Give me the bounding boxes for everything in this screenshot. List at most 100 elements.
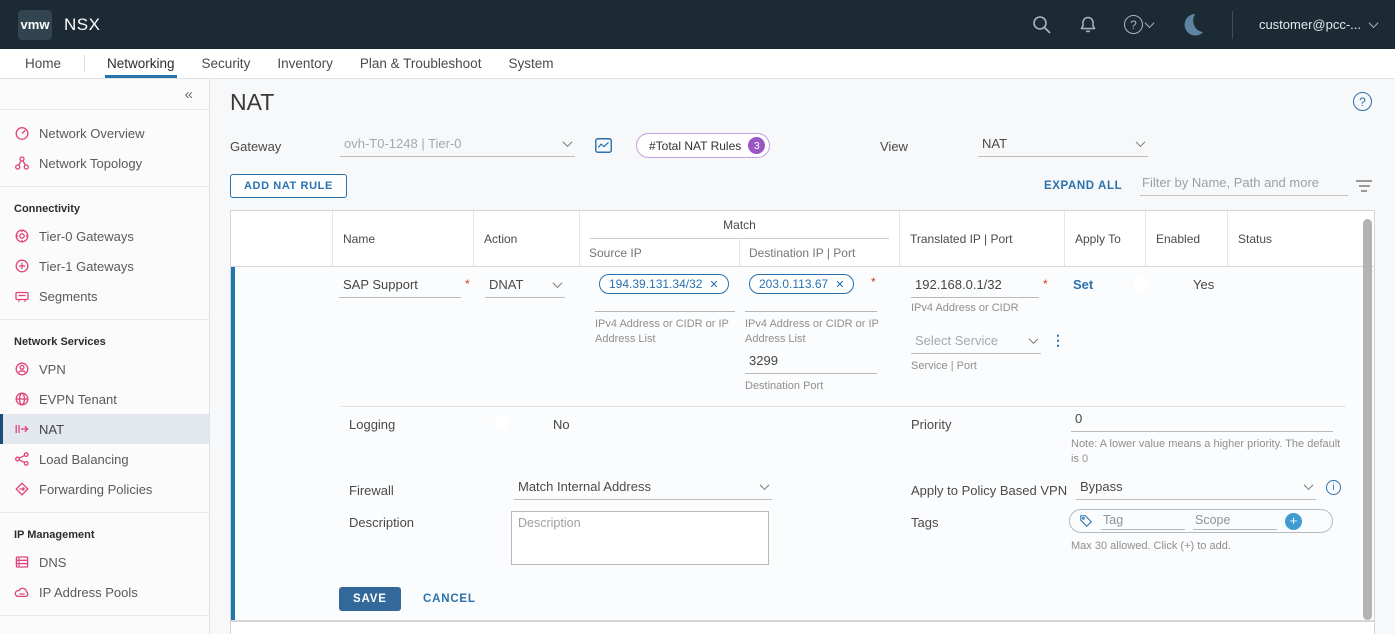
tag-icon bbox=[1079, 514, 1093, 528]
sidebar-item-vpn[interactable]: VPN bbox=[0, 354, 209, 384]
destination-ip-hint: IPv4 Address or CIDR or IP Address List bbox=[745, 317, 885, 348]
chevron-down-icon bbox=[1144, 18, 1154, 28]
destination-port-input[interactable] bbox=[745, 351, 877, 374]
tab-security[interactable]: Security bbox=[202, 49, 251, 78]
sidebar-item-label: Network Overview bbox=[39, 126, 144, 141]
service-placeholder: Select Service bbox=[915, 333, 998, 348]
search-icon[interactable] bbox=[1031, 14, 1052, 35]
forwarding-policies-icon bbox=[14, 481, 30, 497]
service-kebab-menu-icon[interactable]: ⋮ bbox=[1051, 333, 1065, 347]
chevron-down-icon bbox=[760, 480, 770, 490]
selected-row-indicator bbox=[231, 267, 235, 620]
account-name: customer@pcc-... bbox=[1259, 17, 1361, 32]
page-help-icon[interactable]: ? bbox=[1353, 92, 1372, 111]
gateway-select[interactable]: ovh-T0-1248 | Tier-0 bbox=[340, 134, 575, 157]
translated-ip-input[interactable] bbox=[911, 275, 1039, 298]
remove-chip-icon[interactable]: ✕ bbox=[835, 278, 844, 291]
sidebar-item-label: DNS bbox=[39, 555, 66, 570]
tab-inventory[interactable]: Inventory bbox=[277, 49, 333, 78]
sidebar-item-forwarding-policies[interactable]: Forwarding Policies bbox=[0, 474, 209, 504]
gateway-label: Gateway bbox=[230, 139, 281, 154]
rule-name-input[interactable] bbox=[339, 275, 461, 298]
load-balancing-icon bbox=[14, 451, 30, 467]
info-icon[interactable]: i bbox=[1326, 480, 1341, 495]
sidebar-item-network-topology[interactable]: Network Topology bbox=[0, 148, 209, 178]
tab-networking[interactable]: Networking bbox=[107, 49, 175, 78]
add-nat-rule-button[interactable]: ADD NAT RULE bbox=[230, 174, 347, 198]
notifications-bell-icon[interactable] bbox=[1078, 14, 1098, 35]
total-nat-rules-badge[interactable]: #Total NAT Rules 3 bbox=[636, 133, 770, 158]
save-button[interactable]: SAVE bbox=[339, 587, 401, 611]
nat-rules-table: Name Action Match Source IP Destination … bbox=[230, 210, 1375, 634]
header-status: Status bbox=[1227, 211, 1374, 266]
tab-plan-troubleshoot[interactable]: Plan & Troubleshoot bbox=[360, 49, 482, 78]
table-header-row: Name Action Match Source IP Destination … bbox=[231, 211, 1374, 267]
sidebar-item-nat[interactable]: NAT bbox=[0, 414, 209, 444]
sidebar-item-label: NAT bbox=[39, 422, 64, 437]
sidebar-item-label: Forwarding Policies bbox=[39, 482, 152, 497]
translated-ip-hint: IPv4 Address or CIDR bbox=[911, 301, 1019, 316]
description-textarea[interactable] bbox=[511, 511, 769, 565]
segments-icon bbox=[14, 288, 30, 304]
sidebar-section-connectivity: Connectivity bbox=[0, 195, 209, 221]
remove-chip-icon[interactable]: ✕ bbox=[709, 278, 718, 291]
sidebar-item-segments[interactable]: Segments bbox=[0, 281, 209, 311]
destination-port-hint: Destination Port bbox=[745, 379, 823, 394]
source-ip-chip[interactable]: 194.39.131.34/32 ✕ bbox=[599, 274, 729, 294]
dark-mode-moon-icon[interactable] bbox=[1179, 11, 1206, 38]
policy-vpn-select[interactable]: Bypass bbox=[1076, 477, 1316, 500]
policy-vpn-label: Apply to Policy Based VPN bbox=[911, 483, 1067, 498]
tab-system[interactable]: System bbox=[508, 49, 553, 78]
sidebar-item-label: Tier-1 Gateways bbox=[39, 259, 134, 274]
main-content: NAT ? Gateway ovh-T0-1248 | Tier-0 #Tota… bbox=[210, 79, 1395, 634]
description-label: Description bbox=[349, 515, 414, 530]
vmware-logo[interactable]: vmw bbox=[18, 10, 52, 40]
destination-ip-field[interactable] bbox=[745, 311, 877, 312]
dns-icon bbox=[14, 554, 30, 570]
priority-input[interactable] bbox=[1071, 409, 1333, 432]
sidebar-item-label: Tier-0 Gateways bbox=[39, 229, 134, 244]
firewall-select[interactable]: Match Internal Address bbox=[514, 477, 772, 500]
sidebar-item-label: Network Topology bbox=[39, 156, 142, 171]
priority-note: Note: A lower value means a higher prior… bbox=[1071, 437, 1349, 468]
filter-input[interactable] bbox=[1140, 173, 1348, 196]
add-tag-button[interactable]: + bbox=[1285, 513, 1302, 530]
expand-all-link[interactable]: EXPAND ALL bbox=[1044, 180, 1122, 192]
help-question-icon: ? bbox=[1124, 15, 1143, 34]
apply-to-set-link[interactable]: Set bbox=[1073, 277, 1093, 292]
sidebar-item-network-overview[interactable]: Network Overview bbox=[0, 118, 209, 148]
sidebar-item-label: Segments bbox=[39, 289, 98, 304]
action-select[interactable]: DNAT bbox=[485, 275, 565, 298]
service-select[interactable]: Select Service bbox=[911, 331, 1041, 354]
scope-input[interactable] bbox=[1193, 513, 1277, 530]
view-select[interactable]: NAT bbox=[978, 134, 1148, 157]
help-menu-icon[interactable]: ? bbox=[1124, 15, 1153, 34]
sidebar-item-tier0-gateways[interactable]: Tier-0 Gateways bbox=[0, 221, 209, 251]
total-nat-rules-count: 3 bbox=[748, 137, 765, 154]
policy-vpn-value: Bypass bbox=[1080, 479, 1123, 494]
filter-icon[interactable] bbox=[1356, 180, 1372, 192]
sidebar-collapse-button[interactable]: « bbox=[0, 79, 209, 110]
sidebar-item-evpn-tenant[interactable]: EVPN Tenant bbox=[0, 384, 209, 414]
tab-home[interactable]: Home bbox=[25, 49, 61, 78]
destination-ip-chip[interactable]: 203.0.113.67 ✕ bbox=[749, 274, 854, 294]
logging-toggle-label: No bbox=[553, 417, 570, 432]
source-ip-field[interactable] bbox=[595, 311, 735, 312]
sidebar-item-dns[interactable]: DNS bbox=[0, 547, 209, 577]
tag-input[interactable] bbox=[1101, 513, 1185, 530]
ip-pools-icon bbox=[14, 584, 30, 600]
account-menu[interactable]: customer@pcc-... bbox=[1259, 17, 1377, 32]
header-match-group: Match Source IP Destination IP | Port bbox=[579, 211, 899, 266]
header-destination-ip: Destination IP | Port bbox=[739, 239, 899, 266]
view-label: View bbox=[880, 139, 908, 154]
sidebar-item-tier1-gateways[interactable]: Tier-1 Gateways bbox=[0, 251, 209, 281]
cancel-button[interactable]: CANCEL bbox=[423, 593, 476, 605]
nat-icon bbox=[14, 421, 30, 437]
sidebar-item-ip-address-pools[interactable]: IP Address Pools bbox=[0, 577, 209, 607]
table-scrollbar[interactable] bbox=[1363, 219, 1372, 620]
sidebar: « Network Overview Network Topology Conn… bbox=[0, 79, 210, 634]
sidebar-item-load-balancing[interactable]: Load Balancing bbox=[0, 444, 209, 474]
toggle-knob bbox=[1134, 277, 1148, 291]
gateway-stats-chart-icon[interactable] bbox=[595, 138, 612, 158]
header-action: Action bbox=[473, 211, 579, 266]
